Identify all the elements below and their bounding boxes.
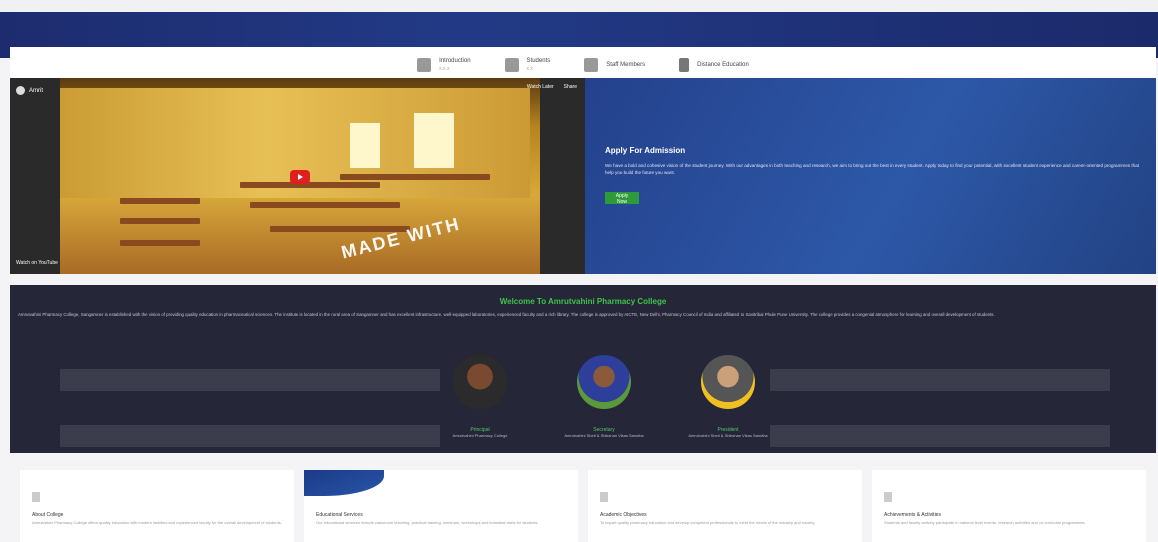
feature-card[interactable]: Achievements & Activities Students and f… (872, 470, 1146, 542)
avatar (453, 355, 507, 409)
window (414, 113, 454, 168)
leadership-list: Principal Amrutvahini Pharmacy College S… (440, 355, 768, 438)
building-icon (417, 58, 432, 72)
feature-cards: About College Amrutvahini Pharmacy Colle… (10, 470, 1156, 542)
bench-row (240, 182, 380, 188)
bench-row (340, 174, 490, 180)
graduation-icon (679, 58, 690, 72)
card-title: Educational Services (316, 512, 363, 518)
apply-title: Apply For Admission (605, 146, 686, 155)
staff-icon (584, 58, 599, 72)
watch-later-button[interactable]: Watch Later (527, 84, 554, 90)
person-role: Amrutvahini Pharmacy College (452, 433, 508, 438)
nav-label: Staff Members (606, 62, 646, 68)
person-card: Secretary Amrutvahini Sheti & Shikshan V… (564, 355, 644, 438)
nav-sublabel: x.x (526, 66, 533, 72)
nav-item-distance-education[interactable]: Distance Education (679, 58, 749, 72)
play-button-icon[interactable] (290, 170, 310, 184)
bench-row (120, 240, 200, 246)
card-description: Amrutvahini Pharmacy College offers qual… (32, 520, 282, 525)
video-watermark: MADE WITH (339, 213, 463, 263)
feature-card[interactable]: About College Amrutvahini Pharmacy Colle… (20, 470, 294, 542)
watch-on-youtube-link[interactable]: Watch on YouTube (16, 260, 58, 266)
channel-name: Amrit (29, 87, 43, 94)
card-description: Students and faculty actively participat… (884, 520, 1086, 525)
welcome-section: Welcome To Amrutvahini Pharmacy College … (10, 285, 1156, 453)
video-title[interactable]: Amrit (16, 86, 43, 95)
nav-label: Distance Education (697, 62, 749, 68)
decorative-strip (60, 425, 440, 447)
decorative-strip (770, 369, 1110, 391)
channel-avatar (16, 86, 25, 95)
trophy-icon (884, 492, 892, 502)
feature-card[interactable]: Academic Objectives To impart quality ph… (588, 470, 862, 542)
card-accent (304, 470, 384, 496)
nav-item-students[interactable]: Students x.x (504, 57, 551, 73)
building-icon (32, 492, 40, 502)
avatar (701, 355, 755, 409)
bench-row (120, 218, 200, 224)
card-title: About College (32, 512, 64, 518)
apply-text: We have a bold and cohesive vision of th… (605, 163, 1140, 175)
video-letterbox (540, 78, 585, 274)
person-card: President Amrutvahini Sheti & Shikshan V… (688, 355, 768, 438)
window (350, 123, 380, 168)
avatar (577, 355, 631, 409)
share-button[interactable]: Share (564, 84, 577, 90)
bench-row (250, 202, 400, 208)
nav-item-introduction[interactable]: Introduction x.x.x (417, 57, 471, 73)
nav-label: Students (526, 58, 551, 64)
video-player[interactable]: Amrit Watch Later Share MADE WITH Watch … (10, 78, 585, 274)
flask-icon (600, 492, 608, 502)
nav-item-staff[interactable]: Staff Members (584, 58, 645, 72)
decorative-strip (770, 425, 1110, 447)
video-letterbox (10, 78, 60, 274)
card-title: Achievements & Activities (884, 512, 941, 518)
nav-label: Introduction (439, 58, 471, 64)
card-title: Academic Objectives (600, 512, 647, 518)
page-edge (0, 0, 1158, 12)
card-description: To impart quality pharmacy education and… (600, 520, 816, 525)
video-actions: Watch Later Share (527, 84, 577, 90)
bench-row (120, 198, 200, 204)
apply-panel: Apply For Admission We have a bold and c… (585, 78, 1156, 274)
apply-now-button[interactable]: Apply Now (605, 192, 639, 205)
person-role: Amrutvahini Sheti & Shikshan Vikas Sanst… (564, 433, 644, 438)
person-card: Principal Amrutvahini Pharmacy College (440, 355, 520, 438)
nav-sublabel: x.x.x (439, 66, 450, 72)
decorative-strip (60, 369, 440, 391)
welcome-text: Amrutvahini Pharmacy College, Sangamner … (18, 312, 995, 317)
person-role: Amrutvahini Sheti & Shikshan Vikas Sanst… (688, 433, 768, 438)
feature-card[interactable]: Educational Services Our educational ser… (304, 470, 578, 542)
hero-section: Amrit Watch Later Share MADE WITH Watch … (10, 78, 1156, 274)
students-icon (504, 58, 519, 72)
welcome-title: Welcome To Amrutvahini Pharmacy College (499, 297, 667, 306)
card-description: Our educational services include classro… (316, 520, 539, 525)
